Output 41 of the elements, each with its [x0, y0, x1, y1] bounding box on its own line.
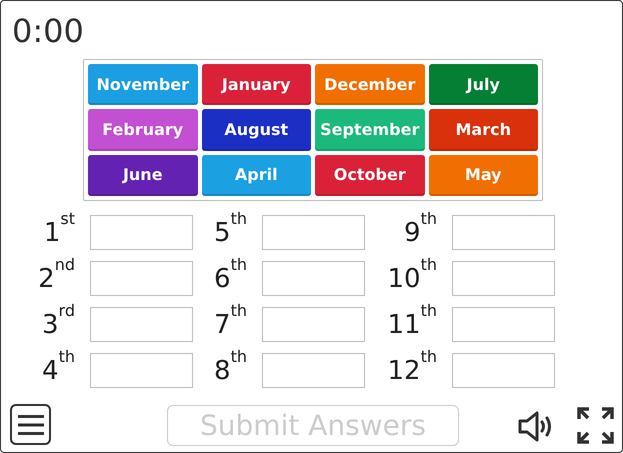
answer-field[interactable] — [262, 353, 365, 388]
answer-field[interactable] — [262, 261, 365, 296]
position-label: 10$^{th}$ — [387, 258, 437, 296]
answer-field[interactable] — [90, 215, 193, 250]
position-label: 9$^{th}$ — [404, 212, 437, 250]
month-tile[interactable]: February — [88, 109, 198, 151]
answer-field[interactable] — [452, 353, 555, 388]
month-tile[interactable]: March — [428, 109, 538, 151]
month-tile[interactable]: September — [315, 109, 424, 151]
menu-icon — [18, 414, 44, 436]
month-tile[interactable]: May — [428, 154, 538, 196]
answer-field[interactable] — [262, 307, 365, 342]
position-label: 7$^{th}$ — [214, 304, 247, 342]
timer: 0:00 — [12, 11, 84, 51]
answer-field[interactable] — [90, 307, 193, 342]
month-tile[interactable]: December — [315, 64, 424, 106]
month-tile[interactable]: October — [315, 154, 424, 196]
answer-field[interactable] — [90, 261, 193, 296]
month-tile[interactable]: April — [202, 154, 311, 196]
answer-field[interactable] — [90, 353, 193, 388]
answer-field[interactable] — [452, 215, 555, 250]
position-label: 3$^{rd}$ — [42, 304, 75, 342]
month-tile[interactable]: June — [88, 154, 198, 196]
answer-field[interactable] — [452, 307, 555, 342]
menu-button[interactable] — [10, 404, 51, 445]
month-tile[interactable]: January — [202, 64, 311, 106]
answer-field[interactable] — [262, 215, 365, 250]
position-label: 6$^{th}$ — [214, 258, 247, 296]
position-label: 2$^{nd}$ — [38, 258, 75, 296]
position-label: 8$^{th}$ — [214, 350, 247, 388]
month-tile[interactable]: November — [88, 64, 198, 106]
position-label: 12$^{th}$ — [387, 350, 437, 388]
speaker-icon[interactable] — [518, 411, 554, 442]
month-tile[interactable]: July — [428, 64, 538, 106]
position-label: 5$^{th}$ — [214, 212, 247, 250]
position-label: 1$^{st}$ — [44, 212, 75, 250]
month-tile[interactable]: August — [202, 109, 311, 151]
position-label: 11$^{th}$ — [387, 304, 437, 342]
answer-field[interactable] — [452, 261, 555, 296]
position-label: 4$^{th}$ — [42, 350, 75, 388]
fullscreen-icon[interactable] — [577, 407, 614, 444]
